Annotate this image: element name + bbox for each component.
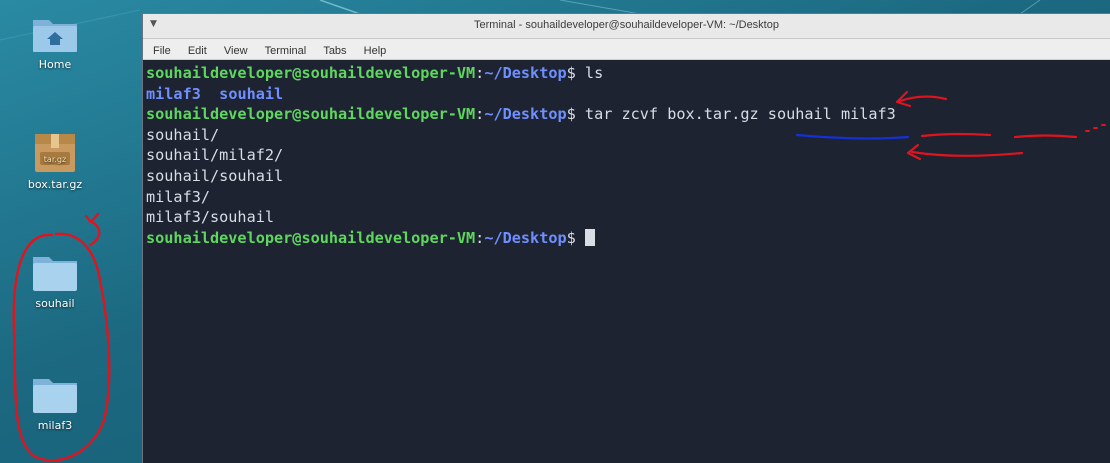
desktop-icon-milaf3[interactable]: milaf3 [10, 375, 100, 432]
menu-tabs[interactable]: Tabs [317, 42, 352, 57]
ls-output-line: milaf3 souhail [146, 84, 1110, 105]
terminal-output[interactable]: souhaildeveloper@souhaildeveloper-VM:~/D… [146, 63, 1110, 463]
prompt-end: $ [566, 228, 576, 247]
archive-icon: tar.gz [35, 134, 75, 172]
prompt-path: ~/Desktop [484, 105, 567, 124]
menu-terminal[interactable]: Terminal [259, 42, 313, 57]
prompt-end: $ [566, 64, 576, 82]
prompt-end: $ [566, 105, 576, 124]
tar-output-line: souhail/souhail [146, 166, 284, 185]
desktop-icon-label: Home [38, 58, 72, 71]
desktop-icon-souhail[interactable]: souhail [10, 253, 100, 310]
desktop-icon-home[interactable]: Home [10, 14, 100, 71]
terminal-cursor [584, 228, 595, 246]
menu-view[interactable]: View [218, 42, 254, 57]
tar-output-line: souhail/milaf2/ [146, 146, 284, 165]
folder-icon [33, 379, 77, 413]
prompt-sep: : [475, 228, 485, 247]
desktop-icon-label: souhail [35, 297, 75, 310]
folder-icon [33, 257, 77, 291]
prompt-user: souhaildeveloper@souhaildeveloper-VM [146, 105, 476, 124]
prompt-path: ~/Desktop [484, 228, 567, 247]
prompt-path: ~/Desktop [484, 64, 567, 82]
terminal-title: Terminal - souhaildeveloper@souhaildevel… [474, 19, 779, 31]
desktop-icon-label: milaf3 [37, 419, 73, 432]
prompt-line-ls: souhaildeveloper@souhaildeveloper-VM:~/D… [146, 63, 1110, 84]
menu-help[interactable]: Help [358, 42, 393, 57]
prompt-user: souhaildeveloper@souhaildeveloper-VM [146, 228, 476, 247]
terminal-titlebar[interactable]: ▼ Terminal - souhaildeveloper@souhaildev… [143, 14, 1110, 39]
desktop-icon-archive[interactable]: tar.gz box.tar.gz [10, 130, 100, 191]
tar-output-line: milaf3/ [146, 187, 211, 206]
ls-entry: souhail [219, 84, 284, 103]
menu-file[interactable]: File [147, 42, 177, 57]
tar-output-line: souhail/ [146, 125, 220, 144]
prompt-sep: : [475, 105, 485, 124]
prompt-line-current: souhaildeveloper@souhaildeveloper-VM:~/D… [146, 228, 1110, 249]
prompt-sep: : [475, 64, 485, 82]
command-text: ls [575, 64, 604, 82]
desktop-icon-label: box.tar.gz [27, 178, 83, 191]
terminal-menubar: File Edit View Terminal Tabs Help [143, 39, 1110, 60]
prompt-user: souhaildeveloper@souhaildeveloper-VM [146, 64, 476, 82]
menu-edit[interactable]: Edit [182, 42, 213, 57]
terminal-window[interactable]: ▼ Terminal - souhaildeveloper@souhaildev… [143, 14, 1110, 463]
command-text: tar zcvf box.tar.gz souhail milaf3 [575, 105, 896, 124]
prompt-line-tar: souhaildeveloper@souhaildeveloper-VM:~/D… [146, 104, 1110, 125]
home-folder-icon [33, 20, 77, 52]
archive-badge: tar.gz [44, 155, 66, 164]
ls-entry: milaf3 [146, 84, 201, 103]
tar-output-line: milaf3/souhail [146, 208, 275, 227]
